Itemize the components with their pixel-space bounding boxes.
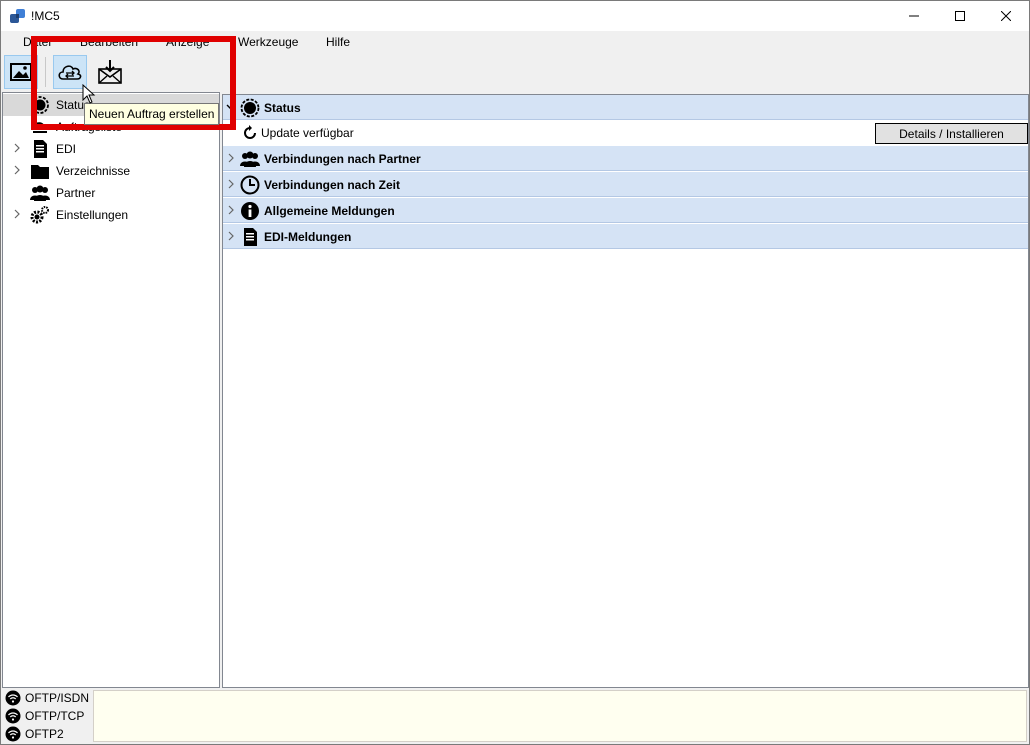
close-button[interactable]	[983, 1, 1029, 31]
connection-label: OFTP/TCP	[25, 709, 85, 723]
people-icon	[30, 185, 50, 201]
chevron-right-icon[interactable]	[12, 143, 22, 153]
navigation-tree: Status Auftragsliste EDI Verzeichnisse P…	[2, 92, 220, 688]
close-icon	[1001, 11, 1011, 21]
section-label: Verbindungen nach Partner	[264, 152, 421, 166]
chevron-right-icon[interactable]	[226, 179, 236, 189]
section-label: Verbindungen nach Zeit	[264, 178, 401, 192]
minimize-icon	[909, 15, 919, 17]
tooltip: Neuen Auftrag erstellen	[84, 103, 220, 125]
update-label: Update verfügbar	[261, 126, 354, 140]
chevron-right-icon[interactable]	[226, 231, 236, 241]
menu-bearbeiten[interactable]: Bearbeiten	[80, 35, 138, 49]
section-edi-messages[interactable]: EDI-Meldungen	[223, 224, 1028, 249]
status-icon	[31, 96, 49, 114]
dashboard-button[interactable]	[4, 55, 38, 89]
wifi-icon	[5, 708, 21, 724]
app-logo-icon	[10, 9, 25, 23]
details-install-button[interactable]: Details / Installieren	[875, 123, 1028, 144]
order-list-icon	[33, 122, 48, 133]
connection-status-bar: OFTP/ISDN OFTP/TCP OFTP2	[1, 688, 1029, 744]
toolbar-separator	[45, 57, 46, 87]
info-icon	[241, 202, 259, 220]
image-icon	[10, 63, 32, 81]
menu-bar: Datei Bearbeiten Anzeige Werkzeuge Hilfe	[1, 31, 1029, 53]
section-label: Allgemeine Meldungen	[264, 204, 395, 218]
tree-item-label: Partner	[56, 186, 96, 200]
status-icon	[240, 98, 260, 118]
section-label: Status	[264, 101, 301, 115]
tree-item-partner[interactable]: Partner	[3, 182, 219, 204]
cloud-transfer-icon	[58, 65, 82, 80]
mouse-cursor-icon	[82, 84, 96, 104]
tree-item-edi[interactable]: EDI	[3, 138, 219, 160]
update-row: Update verfügbar Details / Installieren	[223, 121, 1028, 145]
section-general-messages[interactable]: Allgemeine Meldungen	[223, 198, 1028, 223]
menu-hilfe[interactable]: Hilfe	[326, 35, 350, 49]
minimize-button[interactable]	[891, 1, 937, 31]
title-bar: !MC5	[1, 1, 1029, 31]
chevron-right-icon[interactable]	[226, 205, 236, 215]
menu-anzeige[interactable]: Anzeige	[166, 35, 209, 49]
maximize-icon	[955, 11, 965, 21]
wifi-icon	[5, 690, 21, 706]
window-title: !MC5	[31, 9, 60, 23]
toolbar	[1, 53, 1029, 91]
section-label: EDI-Meldungen	[264, 230, 352, 244]
tree-item-label: Verzeichnisse	[56, 164, 131, 178]
section-status[interactable]: Status	[223, 95, 1028, 120]
tree-item-label: EDI	[56, 142, 77, 156]
document-icon	[34, 140, 47, 158]
chevron-right-icon[interactable]	[12, 209, 22, 219]
gears-icon	[30, 206, 49, 224]
menu-datei[interactable]: Datei	[23, 35, 51, 49]
mail-download-icon	[98, 60, 122, 84]
people-icon	[240, 151, 260, 167]
chevron-down-icon[interactable]	[226, 102, 236, 112]
section-connections-time[interactable]: Verbindungen nach Zeit	[223, 172, 1028, 197]
chevron-right-icon[interactable]	[226, 153, 236, 163]
refresh-icon	[244, 125, 256, 139]
document-icon	[244, 228, 257, 246]
message-log-area[interactable]	[93, 690, 1027, 742]
clock-icon	[240, 175, 260, 195]
maximize-button[interactable]	[937, 1, 983, 31]
connection-label: OFTP/ISDN	[25, 691, 90, 705]
connection-label: OFTP2	[25, 727, 64, 741]
tree-item-label: Einstellungen	[56, 208, 129, 222]
folder-icon	[31, 165, 49, 179]
receive-mail-button[interactable]	[93, 55, 127, 89]
wifi-icon	[5, 726, 21, 742]
status-panel: Status Update verfügbar Details / Instal…	[222, 94, 1029, 688]
tree-item-verzeichnisse[interactable]: Verzeichnisse	[3, 160, 219, 182]
section-connections-partner[interactable]: Verbindungen nach Partner	[223, 146, 1028, 171]
chevron-right-icon[interactable]	[12, 165, 22, 175]
menu-werkzeuge[interactable]: Werkzeuge	[238, 35, 298, 49]
tree-item-einstellungen[interactable]: Einstellungen	[3, 204, 219, 226]
